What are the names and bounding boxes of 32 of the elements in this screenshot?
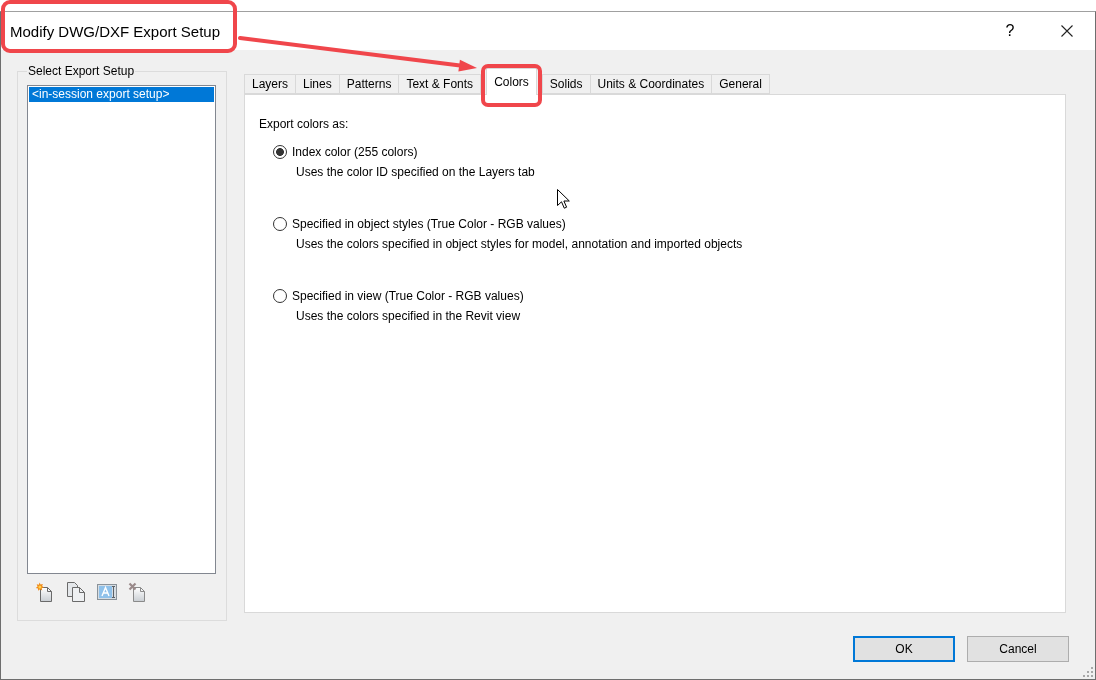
radio-label[interactable]: Index color (255 colors) [292,145,418,159]
option-description: Uses the color ID specified on the Layers tab [295,164,536,181]
setup-list-item[interactable]: <in-session export setup> [29,87,214,102]
dialog-button[interactable]: Cancel [967,636,1069,662]
mouse-pointer-icon [557,189,570,209]
tab[interactable]: Solids [541,74,591,94]
tab[interactable]: Lines [295,74,340,94]
resize-grip-icon[interactable] [1083,667,1093,677]
option-description: Uses the colors specified in object styles for model, annotation and imported objects [295,236,744,253]
text-box-icon[interactable] [97,582,117,602]
window-title: Modify DWG/DXF Export Setup [9,22,222,40]
section-heading: Export colors as: [259,117,350,131]
tab[interactable]: Units & Coordinates [589,74,713,94]
close-icon [1061,25,1073,37]
option-description: Uses the colors specified in the Revit view [295,308,522,325]
dialog-button[interactable]: OK [853,636,955,662]
tab[interactable]: Layers [244,74,297,94]
tab[interactable]: Text & Fonts [398,74,482,94]
radio-label[interactable]: Specified in view (True Color - RGB values) [292,289,524,303]
radio-label[interactable]: Specified in object styles (True Color - RGB values) [292,217,566,231]
tab[interactable]: General [711,74,770,94]
radio-button[interactable] [273,217,287,231]
setup-list[interactable]: <in-session export setup> [27,85,216,574]
group-title: Select Export Setup [27,64,136,78]
help-button[interactable]: ? [987,12,1033,50]
tab[interactable]: Colors [486,68,537,95]
radio-button[interactable] [273,145,287,159]
radio-button[interactable] [273,289,287,303]
documents-icon[interactable] [66,582,86,602]
document-star-icon[interactable] [35,582,55,602]
tab[interactable]: Patterns [338,74,400,94]
document-x-icon[interactable] [128,582,148,602]
